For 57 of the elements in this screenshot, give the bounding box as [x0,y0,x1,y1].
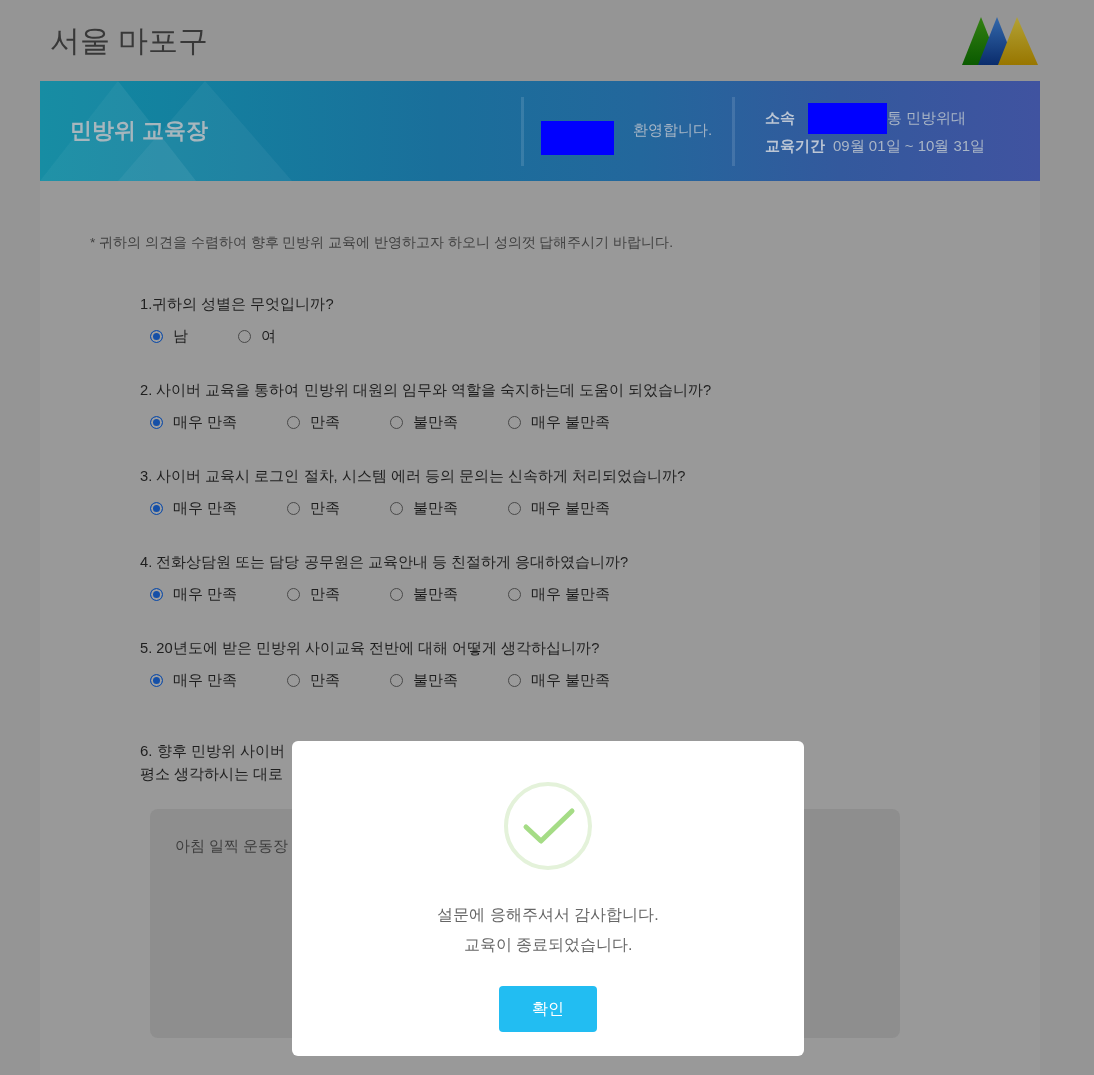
question-text: 2. 사이버 교육을 통하여 민방위 대원의 임무와 역할을 숙지하는데 도움이 되었습니까? [140,381,712,400]
radio-button[interactable] [508,673,522,687]
radio-button[interactable] [150,329,163,343]
radio-button[interactable] [150,501,163,515]
radio-button[interactable] [150,587,163,601]
option-label: 매우 불만족 [531,670,611,690]
answer-text: 아침 일찍 운동장 [175,837,289,854]
radio-button[interactable] [287,673,301,687]
option-label: 매우 불만족 [531,584,611,604]
radio-button[interactable] [390,673,404,687]
triangles-logo-icon [962,16,1038,65]
question-text: 6. 향후 민방위 사이버 [140,741,285,761]
radio-button[interactable] [238,329,251,343]
option-label: 만족 [310,498,341,518]
radio-button[interactable] [287,415,301,429]
option-label: 여 [261,326,276,346]
question-text: 5. 20년도에 받은 민방위 사이교육 전반에 대해 어떻게 생각하십니까? [140,639,600,658]
radio-button[interactable] [508,587,522,601]
radio-button[interactable] [390,501,404,515]
option-label: 매우 불만족 [531,498,611,518]
option-label: 매우 만족 [173,412,238,432]
affiliation-label: 소속 [765,108,795,129]
option-label: 만족 [310,584,341,604]
option-label: 매우 만족 [173,670,238,690]
question-text: 평소 생각하시는 대로 [140,764,284,784]
option-label: 불만족 [413,498,459,518]
affiliation-value: 통 민방위대 [887,108,967,129]
radio-button[interactable] [508,501,522,515]
dialog-message: 교육이 종료되었습니다. [463,935,633,955]
success-check-icon [503,781,593,871]
confirm-button[interactable]: 확인 [499,986,597,1032]
option-label: 만족 [310,412,341,432]
site-title: 서울 마포구 [50,22,209,59]
notice-text: * 귀하의 의견을 수렴하여 향후 민방위 교육에 반영하고자 하오니 성의껏 답해주시기 바랍니다. [90,234,673,252]
question-text: 3. 사이버 교육시 로그인 절차, 시스템 에러 등의 문의는 신속하게 처리되었습니까? [140,467,686,486]
question-text: 4. 전화상담원 또는 담당 공무원은 교육안내 등 친절하게 응대하였습니까? [140,553,629,572]
option-label: 만족 [310,670,341,690]
radio-button[interactable] [390,587,404,601]
option-label: 매우 불만족 [531,412,611,432]
radio-button[interactable] [390,415,404,429]
option-label: 매우 만족 [173,498,238,518]
banner-title: 민방위 교육장 [69,117,210,145]
radio-button[interactable] [150,415,163,429]
option-label: 불만족 [413,670,459,690]
option-label: 매우 만족 [173,584,238,604]
radio-button[interactable] [287,587,301,601]
option-label: 불만족 [413,584,459,604]
period-label: 교육기간 [765,135,825,156]
dialog-message: 설문에 응해주셔서 감사합니다. [437,905,659,925]
radio-button[interactable] [287,501,301,515]
period-value: 09월 01일 ~ 10월 31일 [833,135,986,156]
option-label: 불만족 [413,412,459,432]
welcome-text: 환영합니다. [633,120,713,140]
question-text: 1.귀하의 성별은 무엇입니까? [140,295,334,314]
option-label: 남 [173,326,188,346]
radio-button[interactable] [150,673,163,687]
radio-button[interactable] [508,415,522,429]
